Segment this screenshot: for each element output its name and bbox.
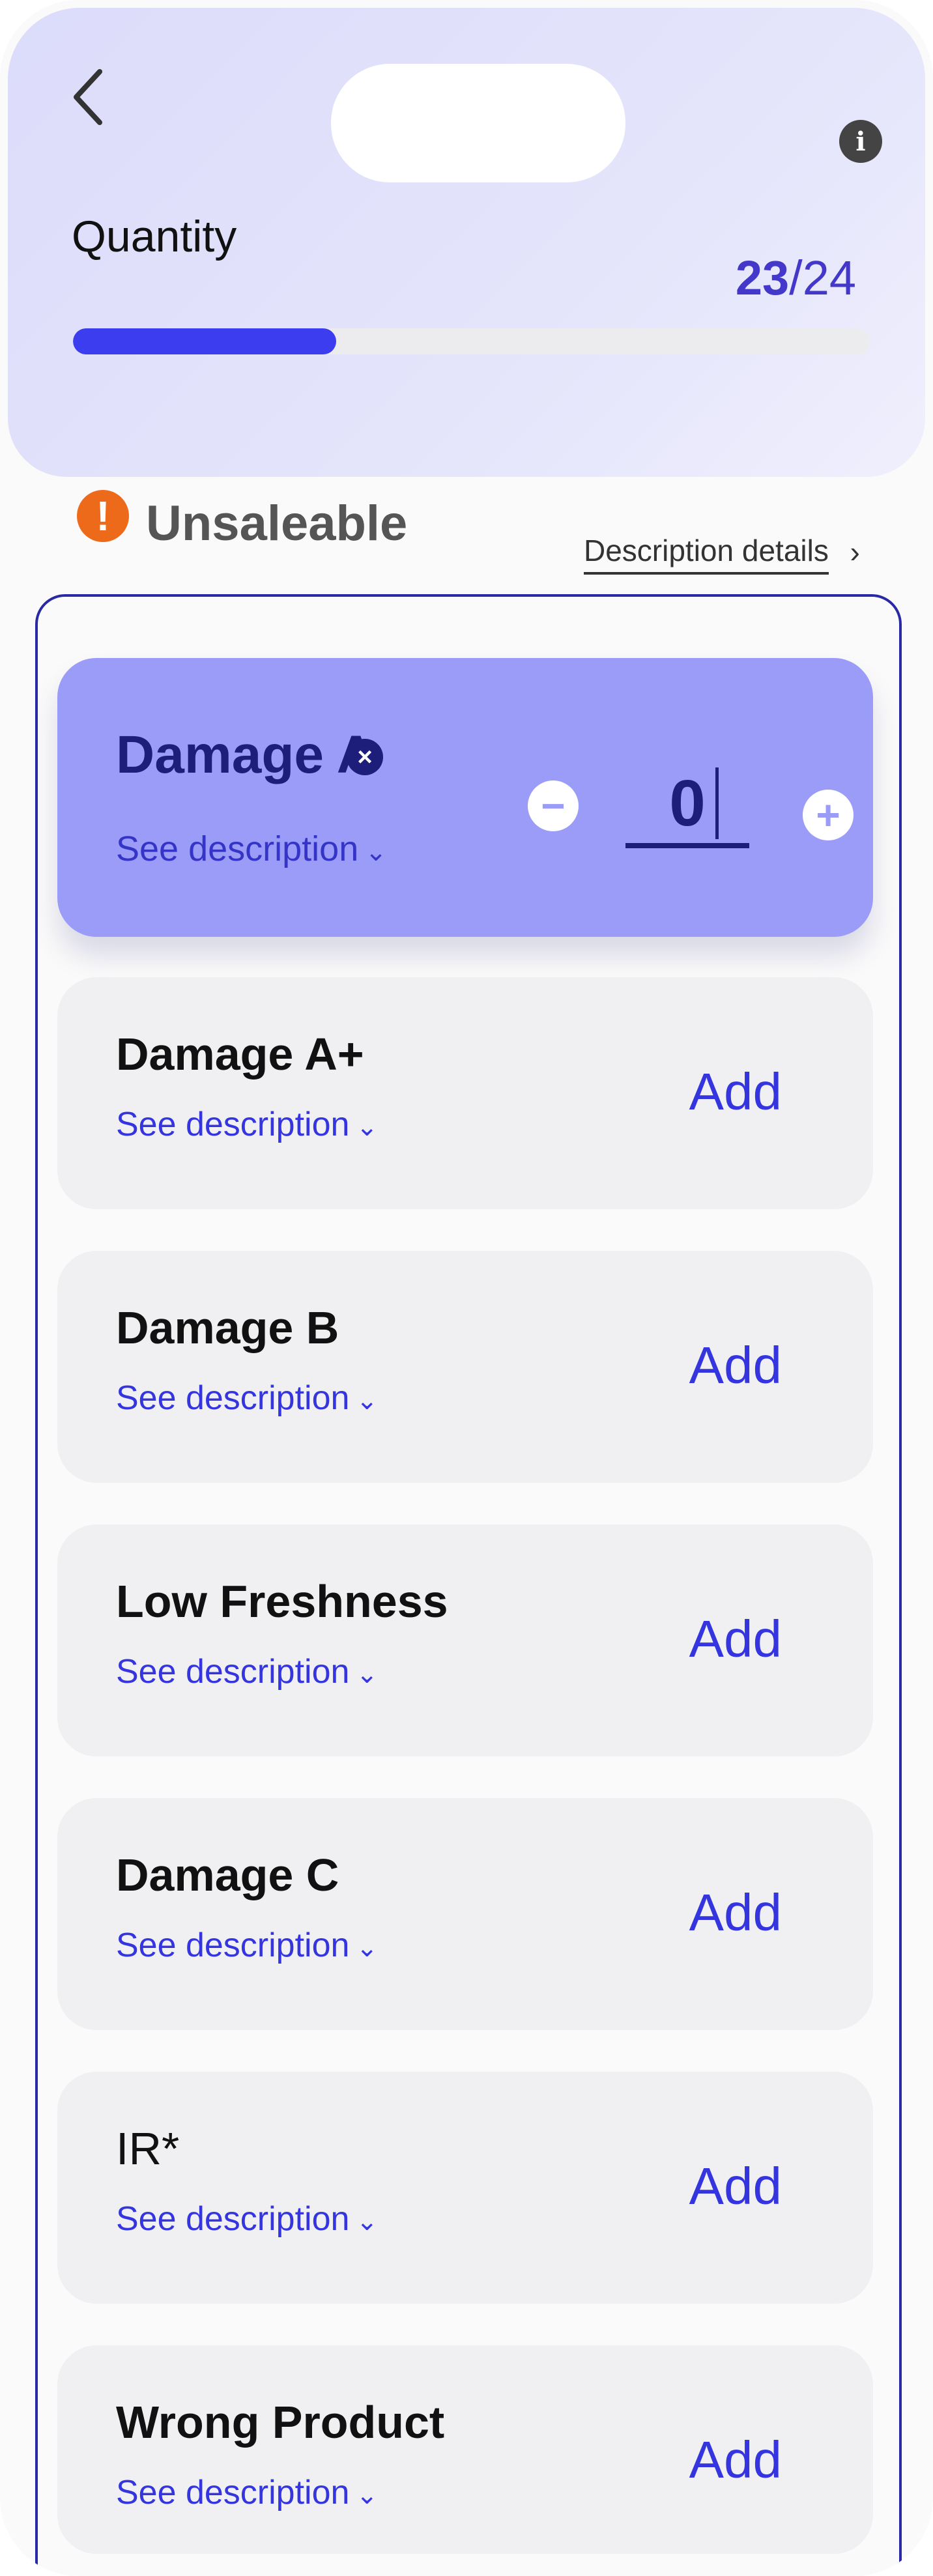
see-description-label: See description <box>116 1653 350 1691</box>
add-button[interactable]: Add <box>689 1883 782 1943</box>
quantity-separator: / <box>789 251 803 305</box>
see-description-label: See description <box>116 2200 350 2238</box>
add-button[interactable]: Add <box>689 1609 782 1669</box>
reason-title: Damage A <box>116 725 375 784</box>
phone-screen: i Quantity 23/24 ! Unsaleable Descriptio… <box>0 0 933 2576</box>
reason-title: Damage A+ <box>116 1029 364 1080</box>
quantity-current: 23 <box>735 251 790 305</box>
quantity-label: Quantity <box>72 212 237 261</box>
reason-title: IR* <box>116 2123 180 2174</box>
chevron-down-icon: ⌄ <box>356 1386 378 1415</box>
see-description-toggle[interactable]: See description ⌄ <box>116 2473 378 2512</box>
reason-title: Damage B <box>116 1302 339 1353</box>
info-icon: i <box>855 126 866 157</box>
reason-card: Low Freshness See description ⌄ Add <box>57 1524 873 1756</box>
chevron-down-icon: ⌄ <box>356 1113 378 1141</box>
increment-button[interactable]: + <box>803 790 854 840</box>
chevron-down-icon: ⌄ <box>356 1934 378 1962</box>
reason-card: IR* See description ⌄ Add <box>57 2072 873 2304</box>
reason-title: Low Freshness <box>116 1576 448 1627</box>
description-details-link[interactable]: Description details › <box>584 533 860 575</box>
back-button[interactable] <box>61 68 113 126</box>
quantity-input[interactable] <box>625 764 749 848</box>
add-button[interactable]: Add <box>689 1336 782 1395</box>
see-description-toggle[interactable]: See description ⌄ <box>116 2199 378 2239</box>
quantity-progress-bar <box>73 328 870 354</box>
reason-title: Wrong Product <box>116 2397 445 2448</box>
see-description-toggle[interactable]: See description ⌄ <box>116 1379 378 1418</box>
section-title: Unsaleable <box>146 496 408 551</box>
see-description-toggle[interactable]: See description ⌄ <box>116 1926 378 1965</box>
see-description-toggle[interactable]: See description ⌄ <box>116 1652 378 1691</box>
quantity-header: i Quantity 23/24 <box>8 8 925 477</box>
add-button[interactable]: Add <box>689 2156 782 2216</box>
reason-card: Damage A+ See description ⌄ Add <box>57 977 873 1209</box>
reason-card-active: Damage A × See description⌄ − + <box>57 658 873 937</box>
reason-card: Wrong Product See description ⌄ Add <box>57 2345 873 2554</box>
reason-card: Damage B See description ⌄ Add <box>57 1251 873 1483</box>
minus-icon: − <box>541 782 566 829</box>
text-cursor <box>715 767 719 839</box>
reason-title: Damage C <box>116 1850 339 1900</box>
add-button[interactable]: Add <box>689 1062 782 1122</box>
plus-icon: + <box>816 792 840 838</box>
chevron-left-icon <box>74 69 102 125</box>
chevron-down-icon: ⌄ <box>356 2207 378 2236</box>
add-button[interactable]: Add <box>689 2430 782 2490</box>
description-details-label: Description details <box>584 534 829 567</box>
quantity-progress-fill <box>73 328 336 354</box>
see-description-label: See description <box>116 1106 350 1143</box>
see-description-toggle[interactable]: See description ⌄ <box>116 1105 378 1144</box>
see-description-label: See description <box>116 1379 350 1417</box>
chevron-down-icon: ⌄ <box>356 1660 378 1689</box>
see-description-label: See description <box>116 1926 350 1964</box>
reason-card: Damage C See description ⌄ Add <box>57 1798 873 2030</box>
camera-notch <box>331 64 625 182</box>
see-description-label: See description <box>116 2474 350 2512</box>
quantity-total: 24 <box>802 251 856 305</box>
chevron-down-icon: ⌄ <box>356 2481 378 2510</box>
exclamation-circle-icon: ! <box>77 490 129 542</box>
close-icon: × <box>357 742 373 771</box>
decrement-button[interactable]: − <box>528 780 579 831</box>
chevron-right-icon: › <box>850 535 860 569</box>
quantity-counter: 23/24 <box>736 250 856 306</box>
see-description-toggle[interactable]: See description ⌄ <box>116 829 387 869</box>
see-description-label: See description <box>116 829 359 868</box>
chevron-down-icon: ⌄ <box>365 838 387 866</box>
remove-reason-button[interactable]: × <box>347 739 383 775</box>
info-button[interactable]: i <box>839 120 882 163</box>
